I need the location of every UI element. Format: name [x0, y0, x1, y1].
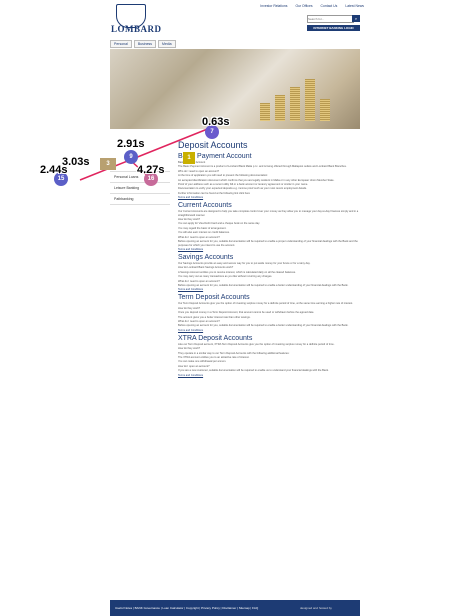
- main-content: Deposit Accounts Basic Payment Account B…: [178, 140, 366, 378]
- paragraph: An accepted identification document whic…: [178, 178, 335, 182]
- section-title: Term Deposit Accounts: [178, 294, 250, 302]
- marker: 1: [183, 152, 195, 164]
- page-title: Deposit Accounts: [178, 140, 248, 150]
- timer-label: 4.27s: [137, 164, 165, 176]
- timer-label: 0.63s: [202, 116, 230, 128]
- nav-media[interactable]: Media: [158, 40, 176, 48]
- terms-link[interactable]: Terms and Conditions: [178, 288, 366, 291]
- terms-link[interactable]: Terms and Conditions: [178, 374, 366, 377]
- paragraph: You may carry out as many transactions a…: [178, 275, 273, 279]
- sidebar-item-leisure-banking[interactable]: Leisure Banking: [110, 183, 170, 194]
- paragraph: How do Lombard Bank Savings Accounts wor…: [178, 266, 234, 270]
- internet-banking-button[interactable]: INTERNET BANKING LOGIN: [307, 25, 360, 31]
- paragraph: What do I need to open an account?: [178, 235, 220, 239]
- toplink-contact[interactable]: Contact Us: [321, 4, 338, 8]
- paragraph: The account gives you a better interest …: [178, 315, 251, 319]
- paragraph: Documentation to verify your expected de…: [178, 187, 307, 191]
- marker: 9: [124, 150, 138, 164]
- section-title: Current Accounts: [178, 202, 232, 210]
- paragraph: Like our Term Deposit account, XTRA Term…: [178, 342, 335, 346]
- logo[interactable]: LOMBARD: [111, 24, 162, 34]
- paragraph: You will also earn interest on credit ba…: [178, 231, 230, 235]
- toplink-offices[interactable]: Our Offices: [295, 4, 312, 8]
- paragraph: Our Current Accounts are designed to hel…: [178, 210, 359, 217]
- coin-stack: [290, 87, 300, 121]
- section-title: Basic Payment Account: [178, 153, 252, 160]
- paragraph: What do I need to open an account?: [178, 279, 220, 283]
- paragraph: At the time of application you will need…: [178, 174, 268, 178]
- paragraph: How do they work?: [178, 347, 201, 351]
- nav-business[interactable]: Business: [133, 40, 157, 48]
- paragraph: Before opening an account for you, suita…: [178, 324, 349, 328]
- paragraph: How do I open an account?: [178, 364, 210, 368]
- paragraph: You can make one withdrawal per annum.: [178, 360, 227, 364]
- paragraph: They operate in a similar way to our Ter…: [178, 351, 290, 355]
- toplink-news[interactable]: Latest News: [345, 4, 364, 8]
- toplink-investor[interactable]: Investor Relations: [260, 4, 287, 8]
- paragraph: How do they work?: [178, 218, 201, 222]
- paragraph: You can apply for Visa Debit Card and a …: [178, 222, 260, 226]
- section-title: XTRA Deposit Accounts: [178, 334, 253, 342]
- paragraph: Before opening an account for you, suita…: [178, 283, 349, 287]
- paragraph: Once you deposit money in a Term Deposit…: [178, 311, 315, 315]
- nav-personal[interactable]: Personal: [110, 40, 132, 48]
- paragraph: Our Term Deposit Accounts give you the o…: [178, 302, 353, 306]
- paragraph: Who do I need to open an account?: [178, 169, 220, 173]
- coin-stack: [275, 95, 285, 121]
- paragraph: How do they work?: [178, 306, 201, 310]
- search-button[interactable]: ⌕: [352, 15, 360, 22]
- coin-stack: [260, 103, 270, 121]
- paragraph: What do I need to open an account?: [178, 319, 220, 323]
- footer-links[interactable]: Useful Notes | BANK Governance | Loan Ca…: [115, 606, 258, 610]
- paragraph: You may regard the basic of arrangement.: [178, 226, 227, 230]
- header: LOMBARD Investor Relations Our Offices C…: [0, 0, 470, 48]
- paragraph: If you are a new customer, suitable docu…: [178, 369, 329, 373]
- section-title: Savings Accounts: [178, 253, 234, 261]
- terms-link[interactable]: Terms and Conditions: [178, 248, 366, 251]
- main-nav: Personal Business Media: [110, 40, 176, 48]
- paragraph: Proof of your address such as a recent u…: [178, 183, 309, 187]
- timer-label: 2.44s: [40, 164, 68, 176]
- search-input[interactable]: [307, 15, 354, 23]
- top-links: Investor Relations Our Offices Contact U…: [260, 4, 364, 8]
- search-icon: ⌕: [354, 16, 358, 21]
- coin-stack: [320, 99, 330, 121]
- coin-stack: [305, 79, 315, 121]
- terms-link[interactable]: Terms and Conditions: [178, 329, 366, 332]
- hero-image: [110, 49, 360, 129]
- paragraph: Our Savings Accounts provide an easy and…: [178, 261, 311, 265]
- terms-link[interactable]: Terms and Conditions: [178, 196, 366, 199]
- marker: 3: [100, 158, 116, 170]
- paragraph: The Basic Payment Account is a product o…: [178, 165, 347, 169]
- paragraph: Further information can be found at the …: [178, 191, 250, 195]
- sidebar-item-pathbanking[interactable]: Pathbanking: [110, 194, 170, 205]
- timer-label: 2.91s: [117, 138, 145, 150]
- paragraph: Before opening an account for you, suita…: [178, 240, 358, 247]
- footer-credit: designed and hosted by: [300, 606, 332, 610]
- paragraph: The XTRA account entitles you to an attr…: [178, 356, 250, 359]
- paragraph: Basic Payment Account: [178, 161, 206, 164]
- paragraph: A Savings Account entitles you to receiv…: [178, 270, 296, 274]
